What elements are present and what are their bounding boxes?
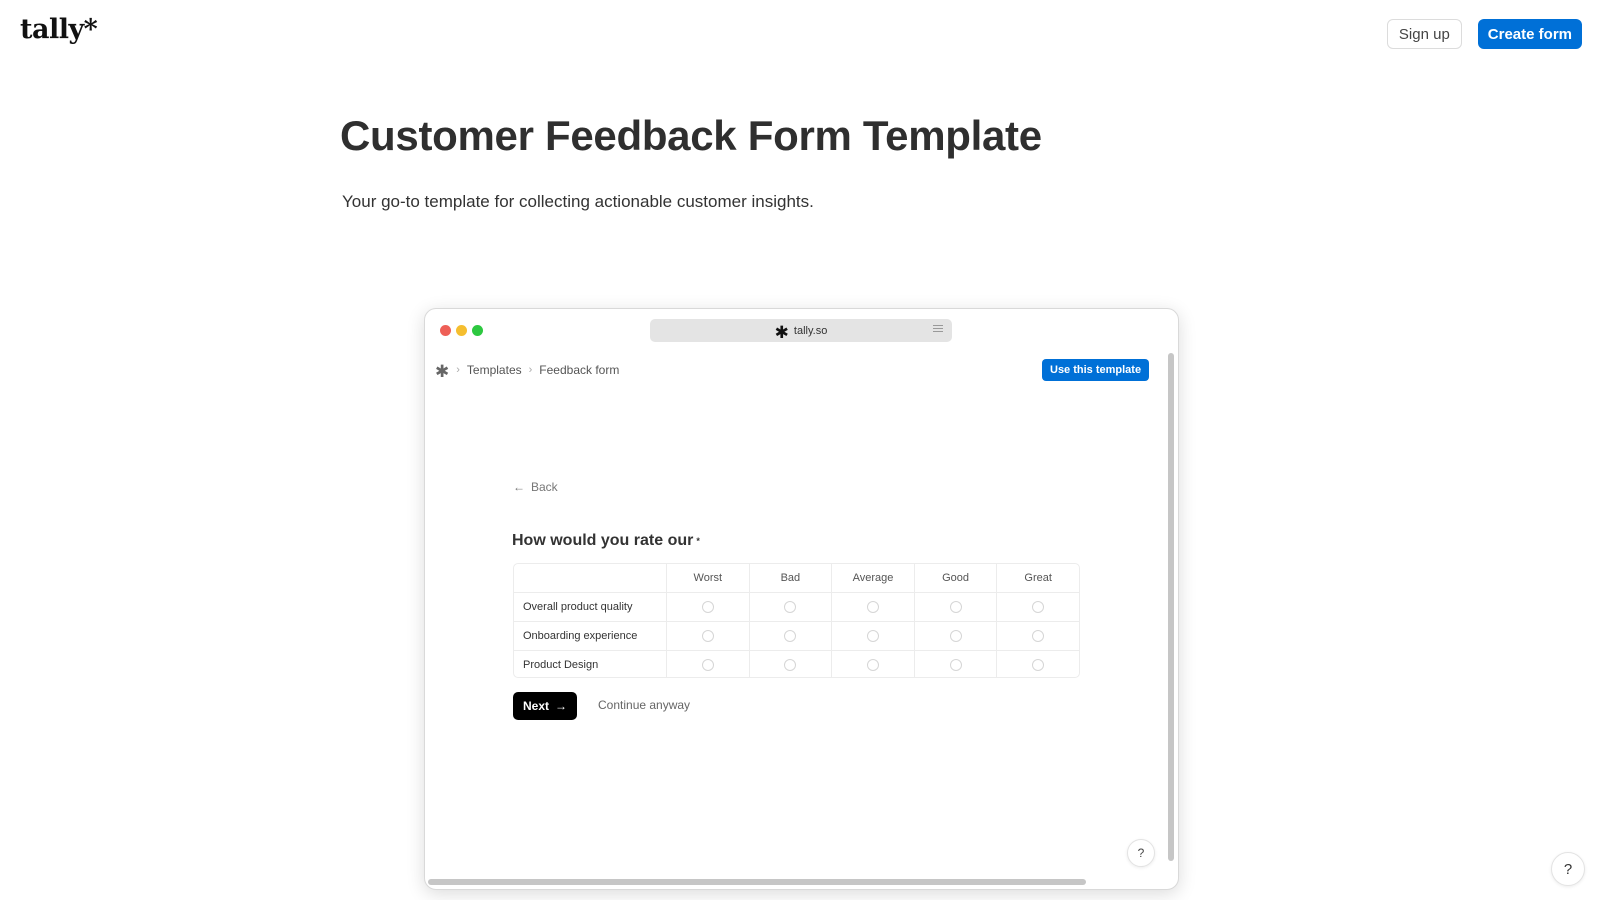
chevron-right-icon: › bbox=[456, 363, 460, 376]
horizontal-scrollbar[interactable] bbox=[428, 879, 1086, 885]
matrix-column-header: Good bbox=[913, 564, 997, 592]
rating-radio[interactable] bbox=[784, 659, 797, 671]
matrix-row: Onboarding experience bbox=[514, 621, 1079, 650]
rating-radio[interactable] bbox=[866, 659, 879, 671]
back-link[interactable]: ← Back bbox=[513, 480, 558, 494]
question-text: How would you rate our bbox=[512, 532, 694, 549]
url-text: tally.so bbox=[793, 324, 828, 337]
matrix-row-label: Product Design bbox=[523, 659, 599, 671]
chevron-right-icon: › bbox=[528, 363, 533, 376]
matrix-column-header: Average bbox=[831, 564, 914, 592]
rating-matrix: Worst Bad Average Good Great Overall pro… bbox=[513, 563, 1080, 678]
continue-anyway-link[interactable]: Continue anyway bbox=[598, 698, 690, 712]
matrix-column-header: Great bbox=[996, 564, 1079, 592]
required-marker: * bbox=[696, 535, 700, 546]
rating-radio[interactable] bbox=[866, 630, 879, 642]
minimize-light-icon bbox=[456, 325, 467, 336]
breadcrumb-templates[interactable]: Templates bbox=[467, 363, 522, 377]
help-icon[interactable]: ? bbox=[1127, 839, 1155, 867]
help-icon[interactable]: ? bbox=[1551, 852, 1585, 886]
matrix-column-header: Bad bbox=[748, 564, 832, 592]
matrix-row: Product Design bbox=[514, 650, 1079, 677]
next-label: Next bbox=[523, 699, 550, 713]
rating-radio[interactable] bbox=[866, 601, 879, 613]
rating-radio[interactable] bbox=[701, 601, 714, 613]
maximize-light-icon bbox=[472, 325, 483, 336]
reader-mode-icon[interactable] bbox=[933, 325, 943, 334]
rating-radio[interactable] bbox=[784, 601, 797, 613]
browser-preview: ✱ tally.so ✱ › Templates › Feedback form… bbox=[424, 308, 1179, 890]
question-title: How would you rate our * bbox=[512, 532, 700, 550]
rating-radio[interactable] bbox=[784, 630, 797, 642]
rating-radio[interactable] bbox=[701, 659, 714, 671]
close-light-icon bbox=[440, 325, 451, 336]
tally-asterisk-icon: ✱ bbox=[774, 322, 789, 342]
window-controls bbox=[440, 325, 483, 336]
header-actions: Sign up Create form bbox=[1386, 19, 1582, 49]
arrow-right-icon: → bbox=[555, 699, 568, 713]
url-bar[interactable]: ✱ tally.so bbox=[650, 319, 952, 342]
matrix-row: Overall product quality bbox=[514, 592, 1079, 621]
tally-home-icon[interactable]: ✱ bbox=[435, 363, 449, 380]
matrix-row-label: Onboarding experience bbox=[523, 630, 638, 642]
next-button[interactable]: Next → bbox=[513, 692, 578, 720]
page-title: Customer Feedback Form Template bbox=[340, 112, 1042, 159]
back-label: Back bbox=[531, 480, 558, 494]
use-template-button[interactable]: Use this template bbox=[1042, 359, 1150, 381]
rating-radio[interactable] bbox=[1032, 630, 1045, 642]
breadcrumb-feedback-form[interactable]: Feedback form bbox=[539, 363, 619, 377]
matrix-corner bbox=[514, 564, 666, 592]
sign-up-button[interactable]: Sign up bbox=[1386, 19, 1462, 49]
arrow-left-icon: ← bbox=[513, 480, 525, 494]
rating-radio[interactable] bbox=[949, 601, 962, 613]
matrix-row-label: Overall product quality bbox=[523, 601, 633, 613]
page-subtitle: Your go-to template for collecting actio… bbox=[342, 192, 814, 211]
breadcrumb: ✱ › Templates › Feedback form bbox=[435, 359, 619, 381]
matrix-header-row: Worst Bad Average Good Great bbox=[514, 564, 1079, 592]
matrix-column-header: Worst bbox=[666, 564, 749, 592]
tally-logo[interactable]: tally* bbox=[20, 14, 98, 45]
rating-radio[interactable] bbox=[949, 630, 962, 642]
vertical-scrollbar[interactable] bbox=[1168, 353, 1174, 861]
rating-radio[interactable] bbox=[701, 630, 714, 642]
rating-radio[interactable] bbox=[1032, 659, 1045, 671]
create-form-button[interactable]: Create form bbox=[1477, 19, 1582, 49]
rating-radio[interactable] bbox=[949, 659, 962, 671]
rating-radio[interactable] bbox=[1032, 601, 1045, 613]
